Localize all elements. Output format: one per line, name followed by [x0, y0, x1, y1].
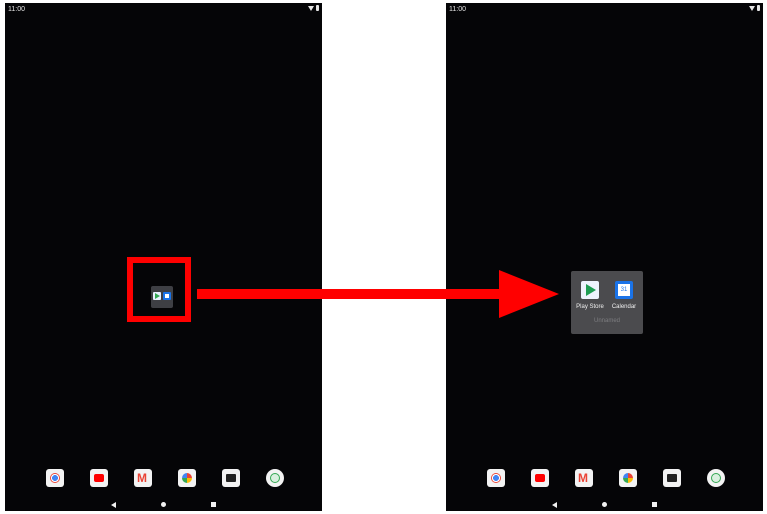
dock — [487, 465, 725, 491]
settings-icon[interactable] — [707, 469, 725, 487]
navigation-bar — [5, 500, 322, 510]
chrome-icon[interactable] — [46, 469, 64, 487]
back-button[interactable] — [111, 502, 116, 508]
recents-button[interactable] — [652, 502, 657, 507]
home-button[interactable] — [161, 502, 166, 507]
play-store-label: Play Store — [576, 304, 604, 310]
back-button[interactable] — [552, 502, 557, 508]
chrome-icon[interactable] — [487, 469, 505, 487]
arrow-head-icon — [499, 270, 559, 318]
camera-icon[interactable] — [663, 469, 681, 487]
recents-button[interactable] — [211, 502, 216, 507]
battery-icon — [316, 5, 319, 11]
dock — [46, 465, 284, 491]
status-icons — [308, 5, 319, 11]
battery-icon — [757, 5, 760, 11]
gmail-icon[interactable] — [134, 469, 152, 487]
gmail-icon[interactable] — [575, 469, 593, 487]
calendar-app[interactable]: Calendar — [609, 281, 639, 310]
folder-name[interactable]: Unnamed — [571, 318, 643, 324]
status-icons — [749, 5, 760, 11]
youtube-icon[interactable] — [531, 469, 549, 487]
youtube-icon[interactable] — [90, 469, 108, 487]
folder-highlight-box — [127, 257, 191, 322]
after-screen: 11:00 Play Store Calendar Unnamed — [446, 3, 763, 511]
status-time: 11:00 — [8, 6, 25, 13]
status-bar: 11:00 — [446, 3, 763, 17]
open-folder-panel: Play Store Calendar Unnamed — [571, 271, 643, 334]
calendar-label: Calendar — [611, 304, 637, 310]
calendar-icon — [615, 281, 633, 299]
arrow-shaft — [197, 289, 507, 299]
play-store-app[interactable]: Play Store — [575, 281, 605, 310]
navigation-bar — [446, 500, 763, 510]
photos-icon[interactable] — [178, 469, 196, 487]
status-time: 11:00 — [449, 6, 466, 13]
status-bar: 11:00 — [5, 3, 322, 17]
wifi-icon — [308, 5, 314, 11]
camera-icon[interactable] — [222, 469, 240, 487]
photos-icon[interactable] — [619, 469, 637, 487]
play-store-icon — [581, 281, 599, 299]
home-button[interactable] — [602, 502, 607, 507]
settings-icon[interactable] — [266, 469, 284, 487]
wifi-icon — [749, 5, 755, 11]
